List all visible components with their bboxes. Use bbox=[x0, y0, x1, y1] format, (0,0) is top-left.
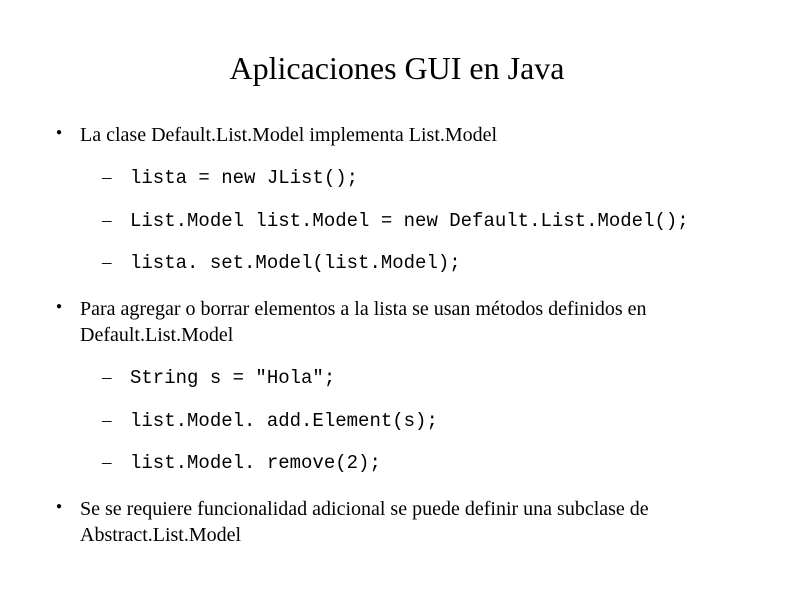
code-item: list.Model. remove(2); bbox=[130, 451, 744, 476]
code-item: lista. set.Model(list.Model); bbox=[130, 251, 744, 276]
code-item: String s = "Hola"; bbox=[130, 366, 744, 391]
list-item: Se se requiere funcionalidad adicional s… bbox=[80, 496, 744, 548]
list-item: Para agregar o borrar elementos a la lis… bbox=[80, 296, 744, 476]
code-item: list.Model. add.Element(s); bbox=[130, 409, 744, 434]
outer-list: La clase Default.List.Model implementa L… bbox=[50, 122, 744, 548]
code-item: lista = new JList(); bbox=[130, 166, 744, 191]
bullet-text: Se se requiere funcionalidad adicional s… bbox=[80, 498, 649, 546]
bullet-text: Para agregar o borrar elementos a la lis… bbox=[80, 298, 646, 346]
bullet-text: La clase Default.List.Model implementa L… bbox=[80, 124, 497, 146]
slide-title: Aplicaciones GUI en Java bbox=[50, 50, 744, 87]
inner-list: String s = "Hola"; list.Model. add.Eleme… bbox=[80, 366, 744, 476]
code-item: List.Model list.Model = new Default.List… bbox=[130, 209, 744, 234]
list-item: La clase Default.List.Model implementa L… bbox=[80, 122, 744, 276]
inner-list: lista = new JList(); List.Model list.Mod… bbox=[80, 166, 744, 276]
